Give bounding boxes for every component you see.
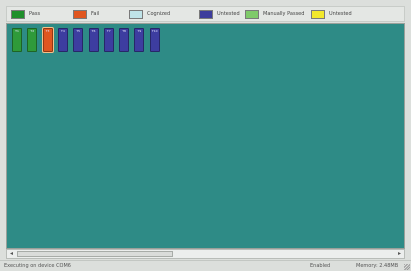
test-node-label: T5	[76, 29, 81, 33]
legend-item: Untested	[311, 9, 352, 20]
legend-label: Manually Passed	[263, 11, 305, 17]
test-node[interactable]: T1	[12, 28, 22, 52]
test-node[interactable]: T3	[41, 27, 54, 53]
legend-label: Untested	[329, 11, 352, 17]
status-legend: Pass Fail Cognized Untested Manually Passed U…	[6, 6, 405, 22]
test-node[interactable]: T5	[73, 28, 84, 52]
test-node[interactable]: T8	[119, 28, 130, 52]
scroll-left-icon[interactable]: ◂	[7, 250, 16, 258]
test-node-label: T2	[30, 29, 35, 33]
status-message: Executing on device COM6	[4, 263, 71, 269]
legend-label: Cognized	[147, 11, 171, 17]
status-state: Enabled	[310, 263, 331, 269]
test-node[interactable]: T10	[149, 28, 160, 52]
legend-swatch	[311, 10, 325, 19]
status-memory: Memory: 2.48MB	[356, 263, 399, 269]
test-node[interactable]: T9	[134, 28, 145, 52]
legend-swatch	[73, 10, 87, 19]
legend-swatch	[129, 10, 143, 19]
legend-swatch	[11, 10, 25, 19]
test-node[interactable]: T6	[88, 28, 99, 52]
legend-label: Untested	[217, 11, 240, 17]
scroll-right-icon[interactable]: ▸	[395, 250, 404, 258]
legend-item: Manually Passed	[245, 9, 304, 20]
test-node[interactable]: T4	[57, 28, 68, 52]
legend-item: Cognized	[129, 9, 170, 20]
test-node[interactable]: T7	[103, 28, 114, 52]
test-node-label: T10	[151, 29, 158, 33]
test-node-label: T1	[15, 29, 19, 33]
legend-item: Pass	[11, 9, 40, 20]
resize-grip-icon[interactable]	[404, 264, 410, 270]
legend-label: Fail	[91, 11, 100, 17]
legend-label: Pass	[29, 11, 41, 17]
test-node-label: T7	[106, 29, 111, 33]
test-node-label: T8	[122, 29, 126, 33]
scrollbar-thumb[interactable]	[17, 251, 173, 257]
status-bar: Executing on device COM6 Enabled Memory:…	[0, 260, 411, 271]
test-map-canvas[interactable]: T1 T2 T3 T4 T5 T6 T7 T8 T9 T10	[6, 23, 405, 249]
application-window: Pass Fail Cognized Untested Manually Passed U…	[0, 0, 411, 271]
test-node-label: T6	[91, 29, 96, 33]
legend-swatch	[199, 10, 213, 19]
test-node-label: T3	[45, 29, 50, 33]
horizontal-scrollbar[interactable]: ◂ ▸	[6, 249, 405, 259]
test-node[interactable]: T2	[27, 28, 38, 52]
test-node-label: T9	[137, 29, 142, 33]
legend-item: Fail	[73, 9, 99, 20]
legend-item: Untested	[199, 9, 240, 20]
legend-swatch	[245, 10, 259, 19]
test-node-label: T4	[61, 29, 65, 33]
